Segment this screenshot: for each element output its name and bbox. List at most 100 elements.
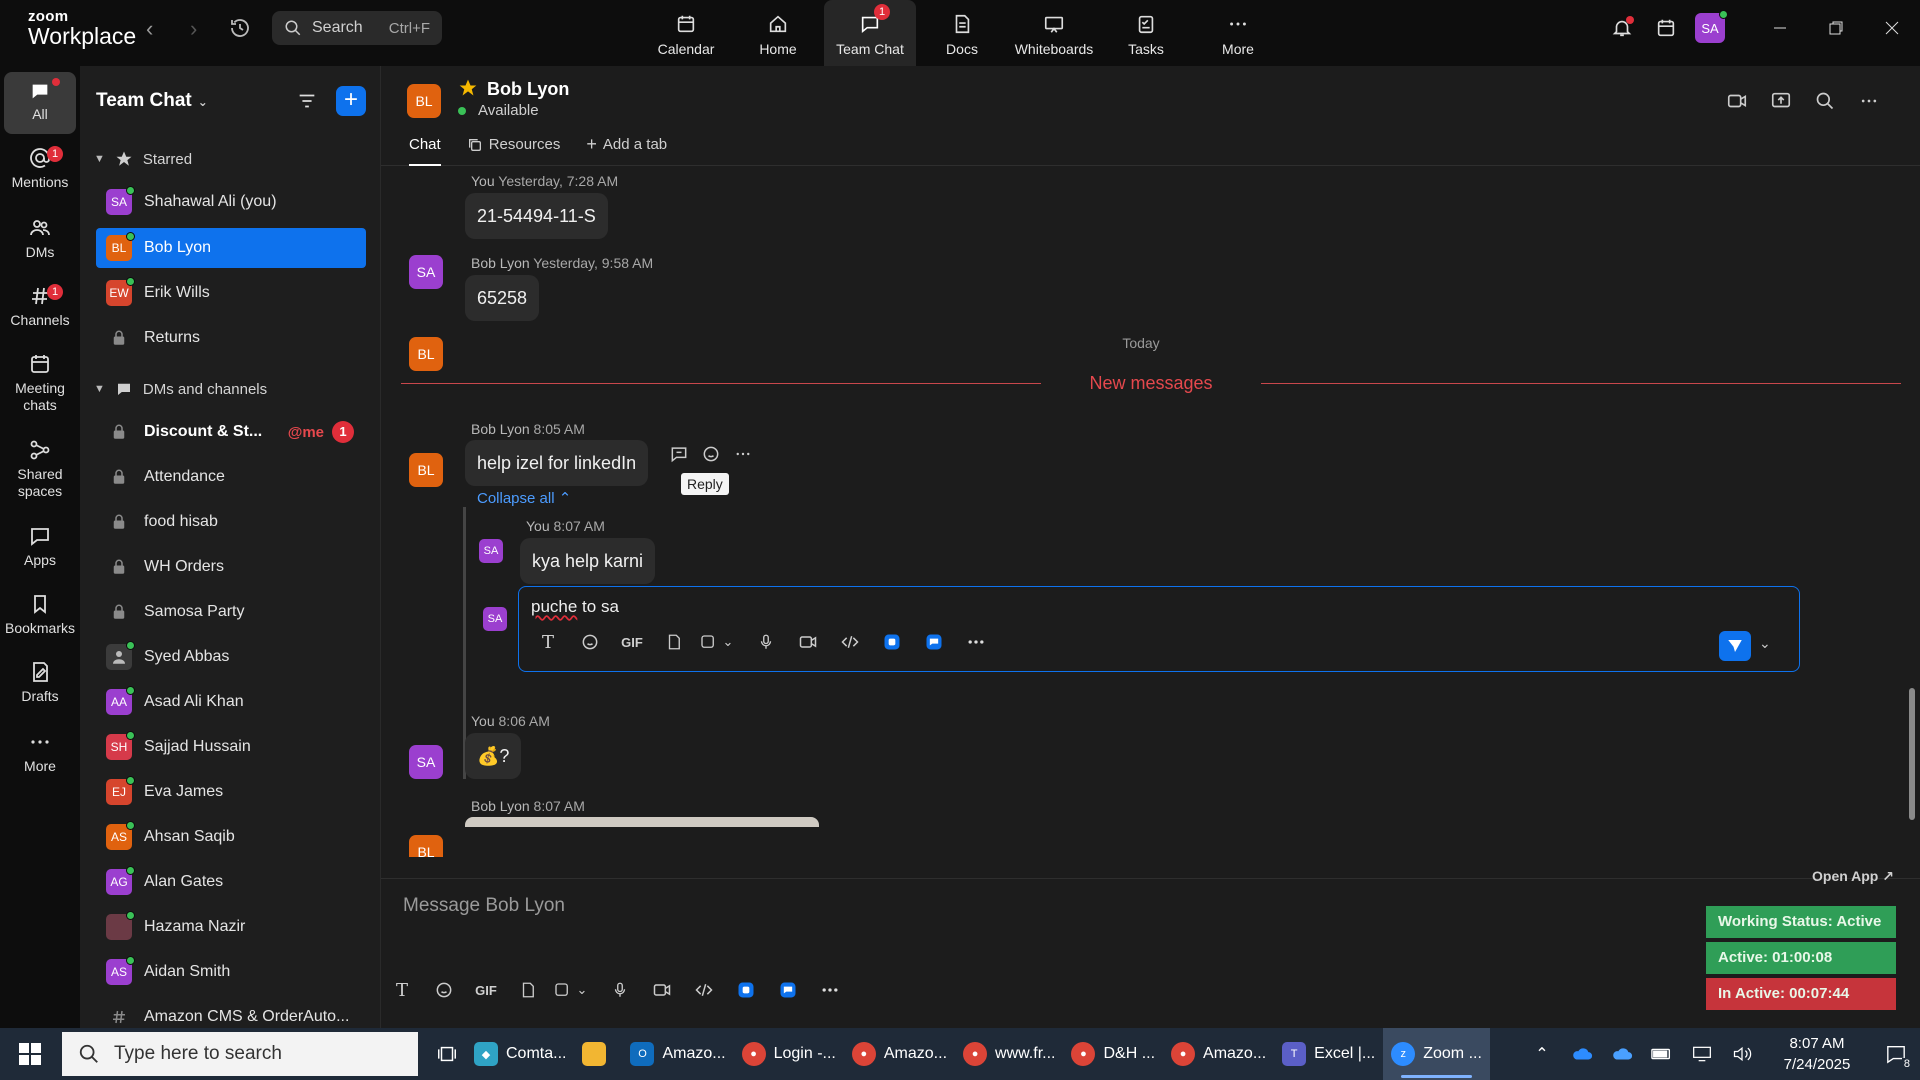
taskbar-app-teams[interactable]: T Excel |... [1274, 1028, 1383, 1080]
onedrive-personal-button[interactable] [1602, 1028, 1642, 1080]
contact-avatar[interactable]: BL [407, 84, 441, 118]
thread-reply-input[interactable]: puche to sa T GIF ⌄ ⌄ [518, 586, 1800, 672]
network-button[interactable] [1682, 1028, 1722, 1080]
send-button[interactable] [1719, 631, 1751, 661]
attach-file-button[interactable] [653, 627, 695, 657]
message-list[interactable]: SA You Yesterday, 7:28 AM 21-54494-11-S … [381, 167, 1901, 857]
tab-resources[interactable]: Resources [467, 136, 560, 166]
avatar[interactable]: SA [479, 539, 503, 563]
notifications-button[interactable] [1600, 6, 1644, 50]
audio-button[interactable] [599, 975, 641, 1005]
message-scrollbar[interactable] [1909, 168, 1915, 820]
rail-channels[interactable]: 1 Channels [4, 284, 76, 329]
sidebar-item-discount[interactable]: Discount & St... @me 1 [96, 412, 366, 452]
nav-whiteboards[interactable]: Whiteboards [1008, 0, 1100, 66]
video-message-button[interactable] [641, 975, 683, 1005]
avatar[interactable]: SA [409, 745, 443, 779]
minimize-button[interactable] [1752, 0, 1808, 56]
send-options-button[interactable]: ⌄ [1759, 635, 1771, 652]
video-call-button[interactable] [1715, 86, 1759, 116]
sidebar-item-syed-abbas[interactable]: Syed Abbas [96, 637, 366, 677]
screenshot-button[interactable]: ⌄ [549, 975, 591, 1005]
nav-docs[interactable]: Docs [916, 0, 1008, 66]
toolbar-more-button[interactable] [955, 627, 997, 657]
notification-center-button[interactable]: 8 [1872, 1028, 1920, 1080]
add-reaction-button[interactable] [695, 439, 727, 469]
taskbar-app-chrome-login[interactable]: ● Login -... [734, 1028, 844, 1080]
taskbar-app-chrome-www[interactable]: ● www.fr... [955, 1028, 1063, 1080]
rail-meeting-chats[interactable]: Meeting chats [4, 352, 76, 414]
taskbar-app-chrome-amazon[interactable]: ● Amazo... [844, 1028, 955, 1080]
sidebar-item-wh-orders[interactable]: WH Orders [96, 547, 366, 587]
code-button[interactable] [683, 975, 725, 1005]
starred-section-header[interactable]: ▼ Starred [94, 146, 192, 172]
app-button-1[interactable] [871, 627, 913, 657]
message-bubble[interactable]: kya help karni [520, 538, 656, 584]
open-app-link[interactable]: Open App ↗ [1812, 868, 1894, 890]
rail-mentions[interactable]: 1 Mentions [4, 146, 76, 191]
gif-button[interactable]: GIF [465, 975, 507, 1005]
format-text-button[interactable]: T [381, 975, 423, 1005]
rail-all[interactable]: All [4, 72, 76, 134]
collapse-all-link[interactable]: Collapse all ⌃ [477, 489, 571, 507]
tab-add[interactable]: + Add a tab [586, 135, 667, 166]
sidebar-item-shahawal[interactable]: SA Shahawal Ali (you) [96, 182, 366, 222]
rail-more[interactable]: More [4, 730, 76, 775]
audio-button[interactable] [745, 627, 787, 657]
dms-section-header[interactable]: ▼ DMs and channels [94, 376, 267, 402]
search-chat-button[interactable] [1803, 86, 1847, 116]
app-button-1[interactable] [725, 975, 767, 1005]
message-bubble[interactable]: 65258 [465, 275, 540, 321]
rail-apps[interactable]: Apps [4, 524, 76, 569]
restore-button[interactable] [1808, 0, 1864, 56]
sidebar-item-amazon-cms[interactable]: Amazon CMS & OrderAuto... [96, 997, 366, 1028]
onedrive-button[interactable] [1562, 1028, 1602, 1080]
history-icon[interactable] [228, 16, 254, 42]
rail-dms[interactable]: DMs [4, 216, 76, 261]
back-arrow-icon[interactable]: ‹ [146, 16, 153, 42]
task-view-button[interactable] [428, 1028, 466, 1080]
nav-home[interactable]: Home [732, 0, 824, 66]
nav-calendar[interactable]: Calendar [640, 0, 732, 66]
schedule-button[interactable] [1644, 6, 1688, 50]
avatar[interactable]: BL [409, 835, 443, 857]
rail-bookmarks[interactable]: Bookmarks [4, 592, 76, 637]
video-message-button[interactable] [787, 627, 829, 657]
show-hidden-icons-button[interactable]: ⌃ [1522, 1028, 1562, 1080]
new-chat-button[interactable]: + [336, 86, 366, 116]
star-icon[interactable] [458, 78, 478, 98]
image-attachment[interactable] [465, 817, 819, 827]
screenshot-button[interactable]: ⌄ [695, 627, 737, 657]
taskbar-app-outlook[interactable]: O Amazo... [622, 1028, 733, 1080]
sidebar-item-erik-wills[interactable]: EW Erik Wills [96, 273, 366, 313]
sidebar-item-alan-gates[interactable]: AG Alan Gates [96, 862, 366, 902]
search-bar[interactable]: Search Ctrl+F [272, 11, 442, 45]
message-input[interactable]: Message Bob Lyon [403, 895, 565, 917]
sidebar-item-hazama-nazir[interactable]: Hazama Nazir [96, 907, 366, 947]
gif-button[interactable]: GIF [611, 627, 653, 657]
emoji-button[interactable] [423, 975, 465, 1005]
taskbar-app-comta[interactable]: ◆ Comta... [466, 1028, 574, 1080]
attach-file-button[interactable] [507, 975, 549, 1005]
sidebar-title[interactable]: Team Chat ⌄ [96, 90, 208, 112]
sidebar-item-sajjad-hussain[interactable]: SH Sajjad Hussain [96, 727, 366, 767]
sidebar-item-eva-james[interactable]: EJ Eva James [96, 772, 366, 812]
taskbar-clock[interactable]: 8:07 AM 7/24/2025 [1762, 1033, 1872, 1075]
misspelled-word[interactable]: puche [531, 597, 577, 616]
avatar[interactable]: BL [409, 453, 443, 487]
message-more-button[interactable] [727, 439, 759, 469]
start-button[interactable] [10, 1036, 50, 1072]
taskbar-app-zoom[interactable]: z Zoom ... [1383, 1028, 1490, 1080]
sidebar-item-food-hisab[interactable]: food hisab [96, 502, 366, 542]
reply-draft-text[interactable]: puche to sa [531, 597, 619, 617]
forward-arrow-icon[interactable]: › [190, 16, 197, 42]
nav-tasks[interactable]: Tasks [1100, 0, 1192, 66]
rail-shared-spaces[interactable]: Shared spaces [4, 438, 76, 500]
taskbar-app-chrome-amazon-2[interactable]: ● Amazo... [1163, 1028, 1274, 1080]
emoji-button[interactable] [569, 627, 611, 657]
sidebar-item-samosa-party[interactable]: Samosa Party [96, 592, 366, 632]
code-button[interactable] [829, 627, 871, 657]
contact-name[interactable]: Bob Lyon [487, 79, 569, 100]
message-bubble[interactable]: 21-54494-11-S [465, 193, 608, 239]
filter-button[interactable] [296, 90, 318, 117]
